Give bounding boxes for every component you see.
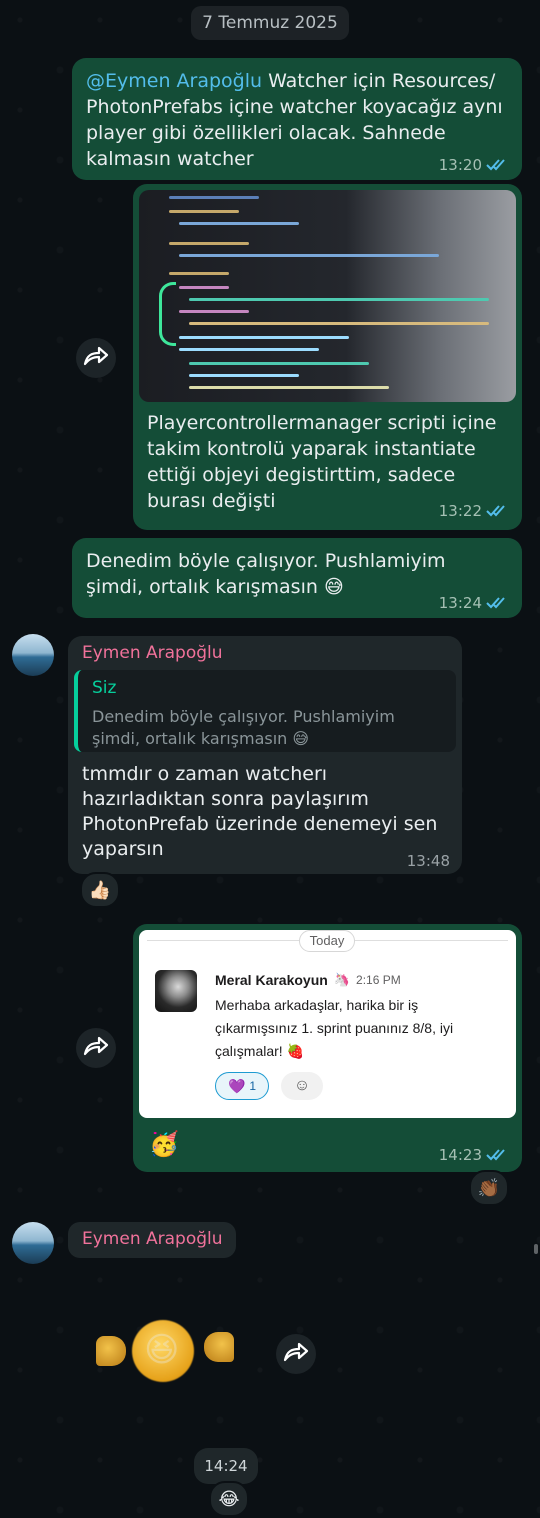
forward-button[interactable] — [76, 338, 116, 378]
message-bubble-outgoing-image[interactable]: Today Meral Karakoyun 🦄 2:16 PM Merhaba … — [133, 924, 522, 1172]
sticker-text: 😆 — [144, 1330, 180, 1370]
date-separator: 7 Temmuz 2025 — [191, 6, 349, 40]
forward-button[interactable] — [76, 1028, 116, 1068]
reply-text: Denedim böyle çalışıyor. Pushlamiyim şim… — [92, 707, 395, 748]
slack-author: Meral Karakoyun — [215, 972, 328, 988]
read-ticks-icon — [486, 504, 508, 518]
slack-add-reaction-icon: ☺ — [281, 1072, 323, 1100]
code-screenshot-image[interactable] — [139, 190, 516, 402]
emoji-caption: 🥳 — [149, 1130, 179, 1158]
message-time: 14:23 — [438, 1146, 482, 1164]
scrollbar[interactable] — [534, 1244, 538, 1254]
read-ticks-icon — [486, 596, 508, 610]
slack-reaction-count: 1 — [249, 1079, 257, 1093]
slack-author-badge: 🦄 — [333, 972, 351, 987]
sticker-hand-left-icon — [96, 1336, 126, 1366]
message-text: Denedim böyle çalışıyor. Pushlamiyim şim… — [86, 550, 446, 598]
message-bubble-outgoing[interactable]: Denedim böyle çalışıyor. Pushlamiyim şim… — [72, 538, 522, 618]
quoted-reply[interactable]: Siz Denedim böyle çalışıyor. Pushlamiyim… — [74, 670, 456, 752]
message-time: 13:48 — [406, 852, 450, 870]
slack-date-divider: Today — [299, 930, 355, 952]
sender-label[interactable]: Eymen Arapoğlu — [68, 1222, 236, 1258]
sender-name[interactable]: Eymen Arapoğlu — [82, 643, 223, 663]
slack-reaction-chip: 💜 1 — [215, 1072, 269, 1100]
sticker-time-pill: 14:24 — [194, 1448, 258, 1484]
message-meta: 13:24 — [439, 594, 508, 612]
forward-icon — [283, 1342, 309, 1366]
message-time: 13:24 — [438, 594, 482, 612]
message-bubble-incoming[interactable]: Eymen Arapoğlu Siz Denedim böyle çalışıy… — [68, 636, 462, 874]
sender-name: Eymen Arapoğlu — [82, 1229, 223, 1249]
slack-screenshot-image[interactable]: Today Meral Karakoyun 🦄 2:16 PM Merhaba … — [139, 930, 516, 1118]
slack-message-text: Merhaba arkadaşlar, harika bir iş çıkarm… — [215, 997, 454, 1059]
slack-reaction-emoji: 💜 — [227, 1077, 246, 1094]
message-reaction[interactable]: 😂 — [209, 1481, 249, 1517]
message-time: 13:22 — [438, 502, 482, 520]
message-bubble-outgoing-image[interactable]: Playercontrollermanager scripti içine ta… — [133, 184, 522, 530]
reply-author: Siz — [92, 678, 117, 698]
read-ticks-icon — [486, 158, 508, 172]
forward-icon — [83, 1036, 109, 1060]
sticker[interactable]: 😆 — [92, 1316, 242, 1386]
message-bubble-outgoing[interactable]: @Eymen Arapoğlu Watcher için Resources/ … — [72, 58, 522, 180]
read-ticks-icon — [486, 1148, 508, 1162]
message-text: tmmdır o zaman watcherı hazırladıktan so… — [82, 763, 438, 860]
mention-link[interactable]: @Eymen Arapoğlu — [86, 70, 262, 92]
message-time: 14:24 — [204, 1457, 248, 1475]
message-meta: 14:23 — [439, 1146, 508, 1164]
message-reaction[interactable]: 👏🏾 — [469, 1170, 509, 1206]
image-caption: Playercontrollermanager scripti içine ta… — [147, 412, 497, 512]
message-meta: 13:20 — [439, 156, 508, 174]
sticker-hand-right-icon — [204, 1332, 234, 1362]
avatar[interactable] — [12, 1222, 54, 1264]
message-reaction[interactable]: 👍🏻 — [80, 872, 120, 908]
forward-icon — [83, 346, 109, 370]
forward-button[interactable] — [276, 1334, 316, 1374]
slack-time: 2:16 PM — [356, 973, 401, 987]
avatar[interactable] — [12, 634, 54, 676]
message-meta: 13:22 — [439, 502, 508, 520]
slack-avatar — [155, 970, 197, 1012]
message-time: 13:20 — [438, 156, 482, 174]
